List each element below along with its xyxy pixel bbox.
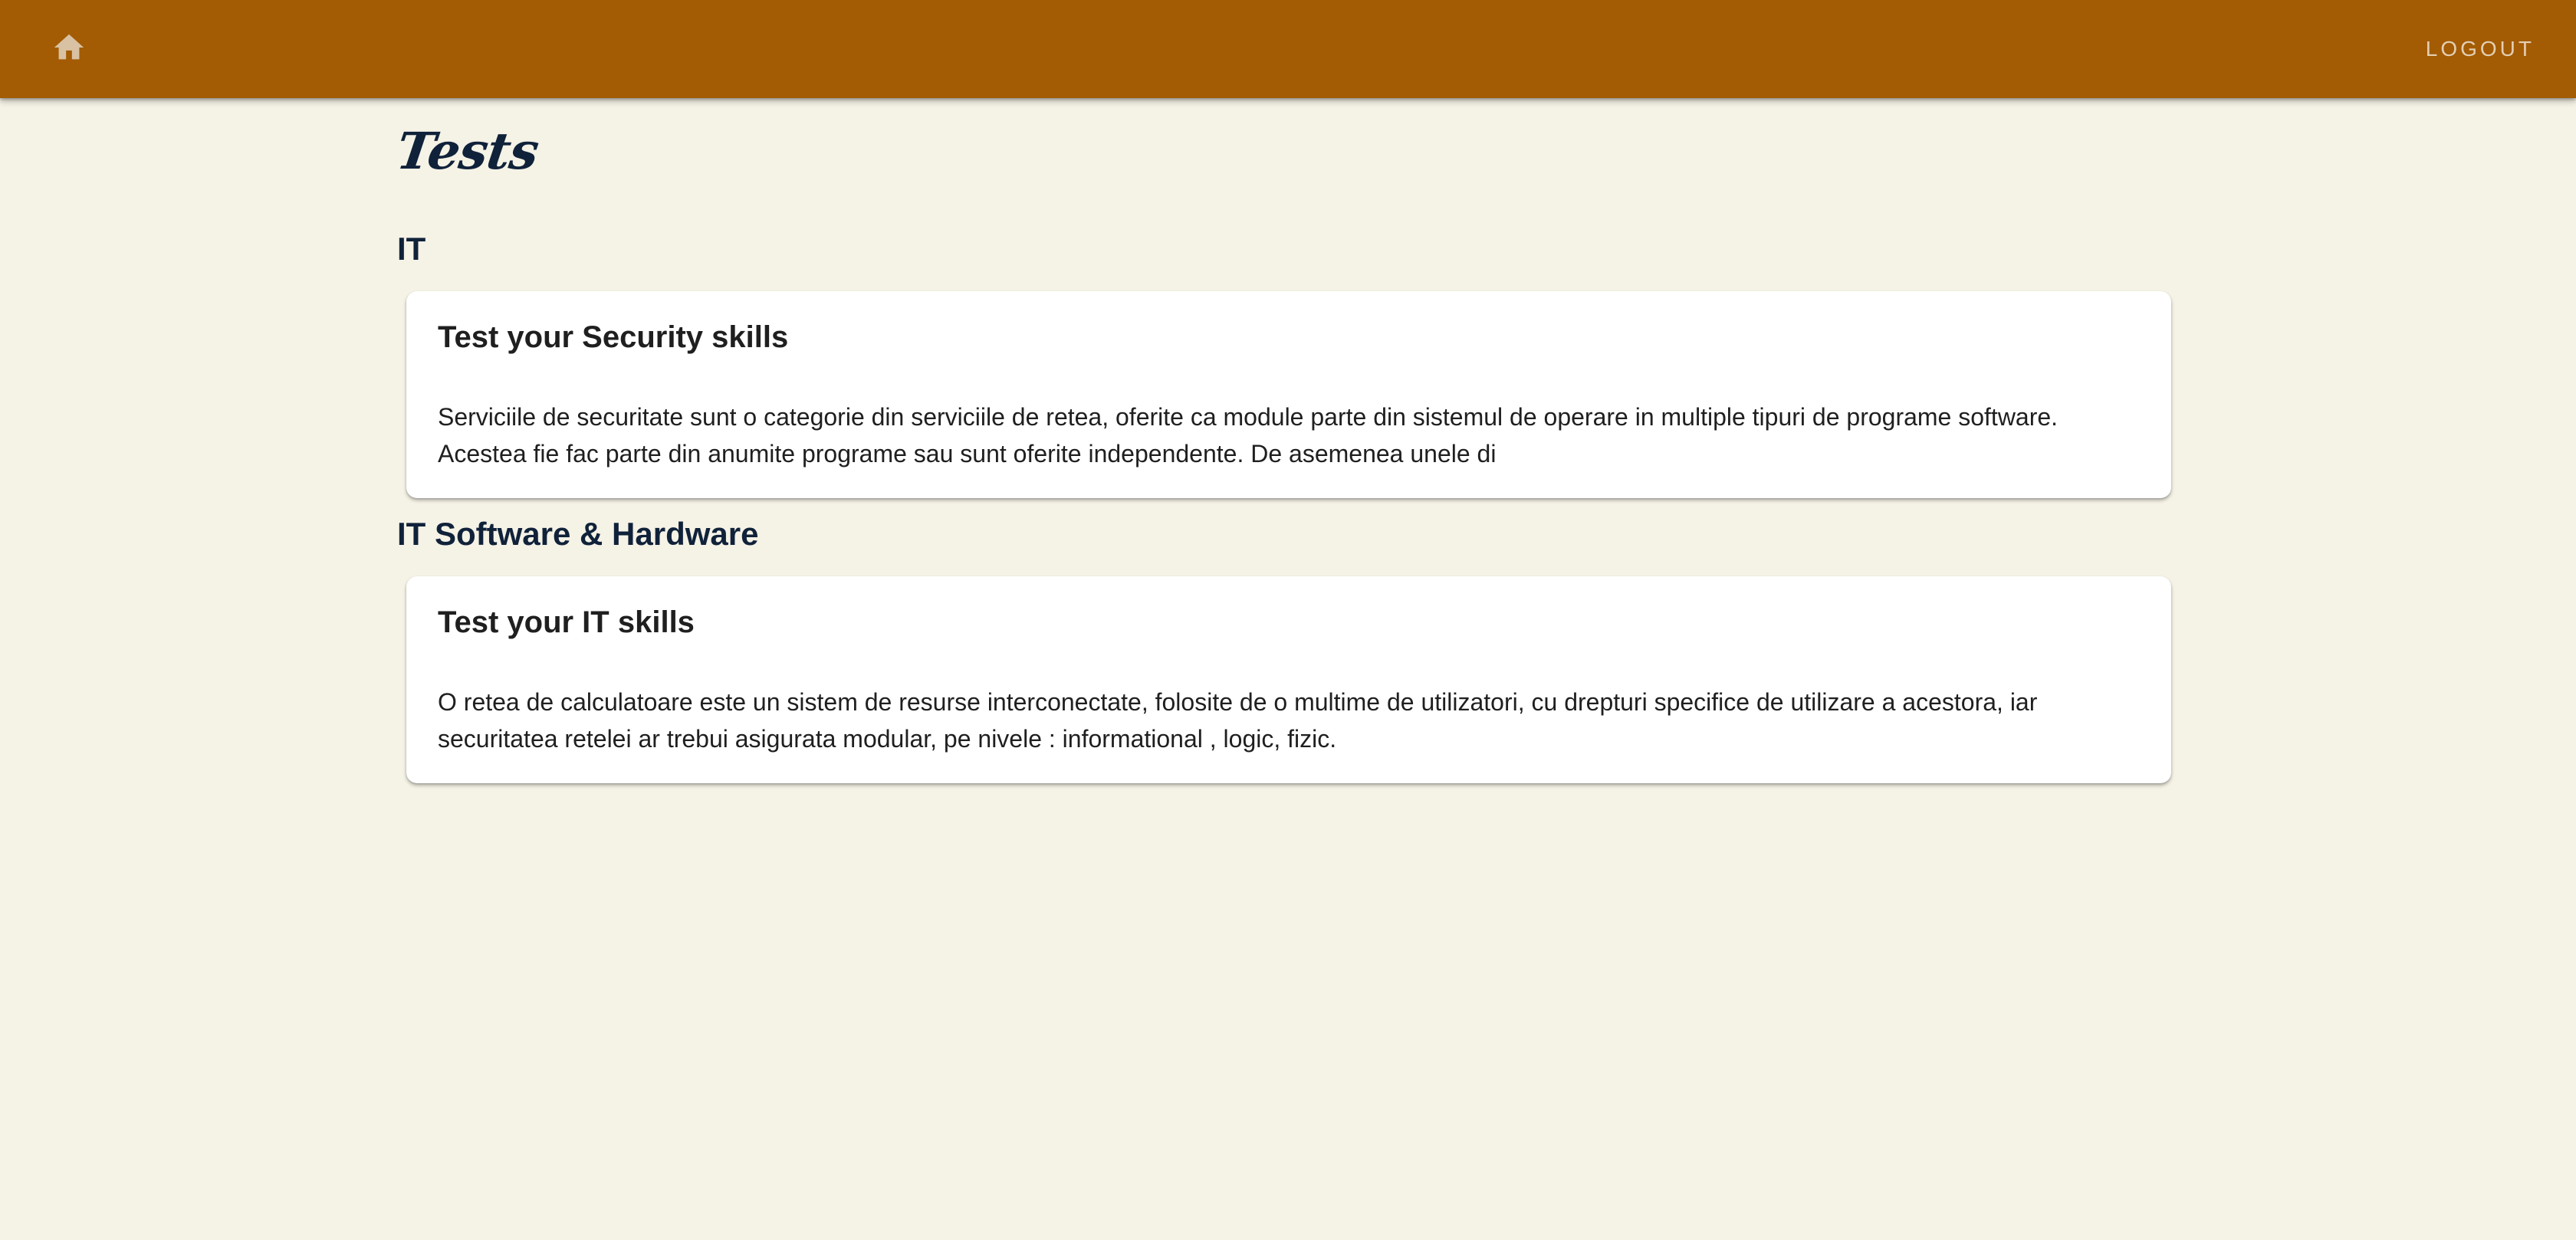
- home-button[interactable]: [44, 23, 94, 72]
- test-card-description: Serviciile de securitate sunt o categori…: [438, 403, 2058, 467]
- test-section-it: IT: [397, 233, 426, 265]
- test-card-it-skills[interactable]: Test your IT skills O retea de calculato…: [406, 576, 2171, 783]
- test-card-description: O retea de calculatoare este un sistem d…: [438, 688, 2038, 753]
- home-icon: [54, 34, 84, 60]
- section-title: IT: [397, 231, 426, 267]
- test-card-title: Test your IT skills: [438, 605, 695, 639]
- test-section-it-software-hardware: IT Software & Hardware: [397, 518, 758, 550]
- section-title: IT Software & Hardware: [397, 516, 759, 552]
- page-title: Tests: [393, 121, 542, 181]
- test-card-title: Test your Security skills: [438, 320, 789, 354]
- app-bar: LOGOUT: [0, 0, 2576, 98]
- logout-button[interactable]: LOGOUT: [2426, 28, 2535, 71]
- test-card-security[interactable]: Test your Security skills Serviciile de …: [406, 291, 2171, 498]
